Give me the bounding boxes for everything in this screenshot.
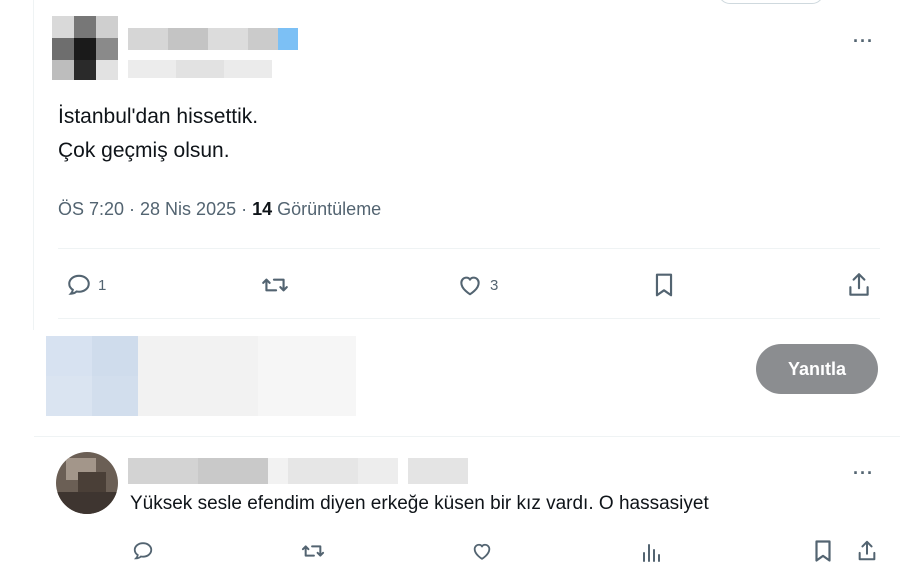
- reply-reply-button[interactable]: [132, 540, 154, 562]
- like-icon: [460, 276, 480, 296]
- like-icon: [473, 543, 491, 560]
- reply-share-button[interactable]: [856, 538, 878, 564]
- bookmark-icon: [655, 273, 673, 297]
- reply-like-button[interactable]: [470, 540, 494, 562]
- reply-text: Yüksek sesle efendim diyen erkeğe küsen …: [130, 493, 709, 514]
- reply-avatar[interactable]: [56, 452, 118, 514]
- tweet-text-line-1: İstanbul'dan hissettik.: [58, 105, 259, 128]
- bookmark-icon: [815, 540, 831, 562]
- tweet-timestamp[interactable]: ÖS 7:20 · 28 Nis 2025 ·: [58, 199, 252, 219]
- username[interactable]: [128, 60, 272, 78]
- share-button[interactable]: [846, 271, 872, 299]
- retweet-icon: [262, 278, 288, 292]
- tweet-text-line-2: Çok geçmiş olsun.: [58, 139, 230, 162]
- reply-icon: [133, 542, 153, 560]
- share-icon: [858, 540, 876, 561]
- divider: [58, 248, 880, 249]
- views-label: Görüntüleme: [272, 199, 382, 219]
- top-pill-button[interactable]: [718, 0, 824, 4]
- views-count: 14: [252, 199, 273, 219]
- avatar[interactable]: [52, 16, 118, 80]
- reply-retweet-button[interactable]: [300, 540, 326, 562]
- more-icon[interactable]: ···: [853, 32, 874, 50]
- tweet-text: İstanbul'dan hissettik. Çok geçmiş olsun…: [58, 100, 258, 168]
- tweet-meta: ÖS 7:20 · 28 Nis 2025 · 14 Görüntüleme: [58, 199, 381, 220]
- reply-icon: [68, 274, 90, 295]
- retweet-icon: [301, 545, 325, 557]
- analytics-icon: [643, 544, 660, 562]
- reply-more-icon[interactable]: ···: [853, 464, 874, 482]
- display-name[interactable]: [128, 28, 298, 50]
- share-icon: [849, 273, 869, 296]
- composer-input[interactable]: [46, 336, 356, 416]
- reply-submit-button[interactable]: Yanıtla: [756, 344, 878, 394]
- reply-bookmark-button[interactable]: [812, 539, 834, 563]
- divider: [34, 436, 900, 437]
- divider: [58, 318, 880, 319]
- reply-button[interactable]: 1: [66, 272, 106, 298]
- bookmark-button[interactable]: [652, 272, 676, 298]
- reply-analytics-button[interactable]: [641, 541, 663, 563]
- retweet-button[interactable]: [260, 272, 290, 298]
- reply-display-name[interactable]: [128, 458, 468, 484]
- thread-border: [33, 0, 34, 330]
- reply-count: 1: [98, 276, 107, 294]
- like-button[interactable]: 3: [456, 272, 498, 298]
- like-count: 3: [490, 276, 499, 294]
